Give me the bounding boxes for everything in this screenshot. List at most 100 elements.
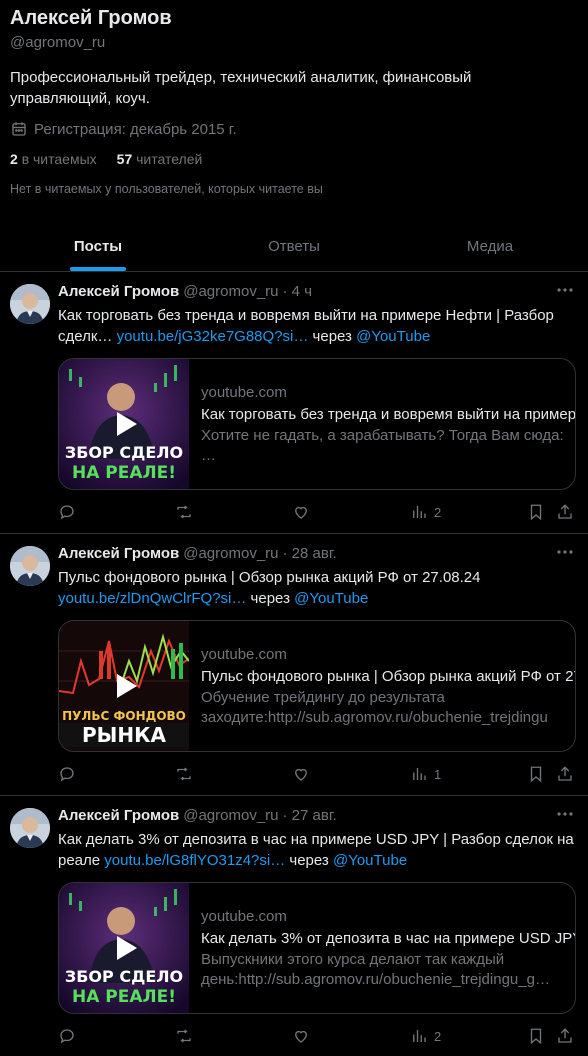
reply-button[interactable] xyxy=(58,501,76,523)
play-icon xyxy=(117,674,137,698)
views-count: 2 xyxy=(434,1028,442,1044)
bookmark-icon xyxy=(530,766,542,783)
share-icon xyxy=(558,1028,572,1043)
heart-icon xyxy=(295,1030,307,1043)
reply-icon xyxy=(60,1029,74,1044)
tab-replies[interactable]: Ответы xyxy=(196,222,392,271)
following-label: в читаемых xyxy=(21,151,97,167)
share-button[interactable] xyxy=(556,501,574,523)
avatar[interactable] xyxy=(10,546,50,586)
reply-button[interactable] xyxy=(58,763,76,785)
post-author-name[interactable]: Алексей Громов xyxy=(58,283,179,300)
followers-count: 57 xyxy=(116,151,133,167)
views-icon xyxy=(413,506,426,518)
follow-stats: 2 в читаемых 57 читателей xyxy=(10,151,202,167)
card-info: youtube.com Как делать 3% от депозита в … xyxy=(189,883,575,1013)
link-card[interactable]: ЗБОР СДЕЛО НА РЕАЛЕ! youtube.com Как дел… xyxy=(58,882,576,1014)
more-icon[interactable] xyxy=(556,808,574,820)
post-header: Алексей Громов @agromov_ru · 27 авг. xyxy=(58,807,337,824)
post-actions: 2 xyxy=(58,1025,578,1047)
views-button[interactable]: 2 xyxy=(410,501,441,523)
post-body: Пульс фондового рынка | Обзор рынка акци… xyxy=(58,569,481,586)
card-info: youtube.com Пульс фондового рынка | Обзо… xyxy=(189,621,575,751)
card-description: Обучение трейдингу до результата заходит… xyxy=(201,689,548,726)
post-link[interactable]: youtu.be/jG32ke7G88Q?si… xyxy=(117,328,309,345)
views-icon xyxy=(413,1030,426,1042)
card-title: Как торговать без тренда и вовремя выйти… xyxy=(201,406,575,423)
link-card[interactable]: ПУЛЬС ФОНДОВО РЫНКА youtube.com Пульс фо… xyxy=(58,620,576,752)
bookmark-icon xyxy=(530,504,542,521)
card-domain: youtube.com xyxy=(201,384,287,401)
post-mention[interactable]: @YouTube xyxy=(294,590,368,607)
post[interactable]: Алексей Громов @agromov_ru · 28 авг. Пул… xyxy=(0,534,588,796)
joined-text: Регистрация: декабрь 2015 г. xyxy=(34,120,237,138)
post-mention[interactable]: @YouTube xyxy=(333,852,407,869)
repost-button[interactable] xyxy=(175,501,193,523)
bookmark-button[interactable] xyxy=(527,763,545,785)
reply-icon xyxy=(60,505,74,520)
post-author-name[interactable]: Алексей Громов xyxy=(58,807,179,824)
card-title: Как делать 3% от депозита в час на приме… xyxy=(201,930,575,947)
video-thumbnail[interactable]: ЗБОР СДЕЛО НА РЕАЛЕ! xyxy=(59,883,189,1013)
share-icon xyxy=(558,504,572,519)
bookmark-icon xyxy=(530,1028,542,1045)
more-icon[interactable] xyxy=(556,284,574,296)
post-author-handle[interactable]: @agromov_ru xyxy=(183,545,278,562)
profile-name: Алексей Громов xyxy=(10,7,172,29)
bookmark-button[interactable] xyxy=(527,501,545,523)
following-link[interactable]: 2 в читаемых xyxy=(10,151,97,167)
post-link[interactable]: youtu.be/lG8flYO31z4?si… xyxy=(104,852,285,869)
followers-label: читателей xyxy=(136,151,203,167)
repost-button[interactable] xyxy=(175,1025,193,1047)
reply-button[interactable] xyxy=(58,1025,76,1047)
heart-icon xyxy=(295,506,307,519)
like-button[interactable] xyxy=(292,501,310,523)
post[interactable]: Алексей Громов @agromov_ru · 27 авг. Как… xyxy=(0,796,588,1056)
post-author-name[interactable]: Алексей Громов xyxy=(58,545,179,562)
repost-icon xyxy=(177,767,191,781)
avatar[interactable] xyxy=(10,284,50,324)
post-mention[interactable]: @YouTube xyxy=(356,328,430,345)
like-button[interactable] xyxy=(292,763,310,785)
share-button[interactable] xyxy=(556,763,574,785)
bookmark-button[interactable] xyxy=(527,1025,545,1047)
like-button[interactable] xyxy=(292,1025,310,1047)
post[interactable]: Алексей Громов @agromov_ru · 4 ч Как тор… xyxy=(0,272,588,534)
views-button[interactable]: 2 xyxy=(410,1025,441,1047)
video-thumbnail[interactable]: ЗБОР СДЕЛО НА РЕАЛЕ! xyxy=(59,359,189,489)
views-icon xyxy=(413,768,426,780)
thumb-title-top: ПУЛЬС ФОНДОВО xyxy=(62,709,186,723)
tab-posts[interactable]: Посты xyxy=(0,222,196,271)
post-time[interactable]: · 28 авг. xyxy=(283,545,337,562)
share-button[interactable] xyxy=(556,1025,574,1047)
views-count: 2 xyxy=(434,504,442,520)
followers-link[interactable]: 57 читателей xyxy=(117,151,203,167)
views-button[interactable]: 1 xyxy=(410,763,441,785)
post-text: Как торговать без тренда и вовремя выйти… xyxy=(58,305,578,347)
thumb-title-bottom: РЫНКА xyxy=(59,723,189,747)
post-author-handle[interactable]: @agromov_ru xyxy=(183,283,278,300)
video-thumbnail[interactable]: ПУЛЬС ФОНДОВО РЫНКА xyxy=(59,621,189,751)
card-domain: youtube.com xyxy=(201,646,287,663)
repost-button[interactable] xyxy=(175,763,193,785)
profile-bio: Профессиональный трейдер, технический ан… xyxy=(10,69,472,107)
link-card[interactable]: ЗБОР СДЕЛО НА РЕАЛЕ! youtube.com Как тор… xyxy=(58,358,576,490)
post-link[interactable]: youtu.be/zlDnQwClrFQ?si… xyxy=(58,590,246,607)
followers-you-know-note: Нет в читаемых у пользователей, которых … xyxy=(10,182,323,196)
reply-icon xyxy=(60,767,74,782)
post-header: Алексей Громов @agromov_ru · 28 авг. xyxy=(58,545,337,562)
post-via: через xyxy=(308,328,357,345)
post-text: Пульс фондового рынка | Обзор рынка акци… xyxy=(58,567,578,609)
more-icon[interactable] xyxy=(556,546,574,558)
tab-media[interactable]: Медиа xyxy=(392,222,588,271)
avatar[interactable] xyxy=(10,808,50,848)
post-time[interactable]: · 4 ч xyxy=(283,283,313,300)
play-icon xyxy=(117,412,137,436)
repost-icon xyxy=(177,1029,191,1043)
repost-icon xyxy=(177,503,191,521)
thumb-title-bottom: НА РЕАЛЕ! xyxy=(71,987,177,1007)
profile-tabs: Посты Ответы Медиа xyxy=(0,222,588,272)
post-time[interactable]: · 27 авг. xyxy=(283,807,337,824)
post-author-handle[interactable]: @agromov_ru xyxy=(183,807,278,824)
post-actions: 2 xyxy=(58,501,578,523)
